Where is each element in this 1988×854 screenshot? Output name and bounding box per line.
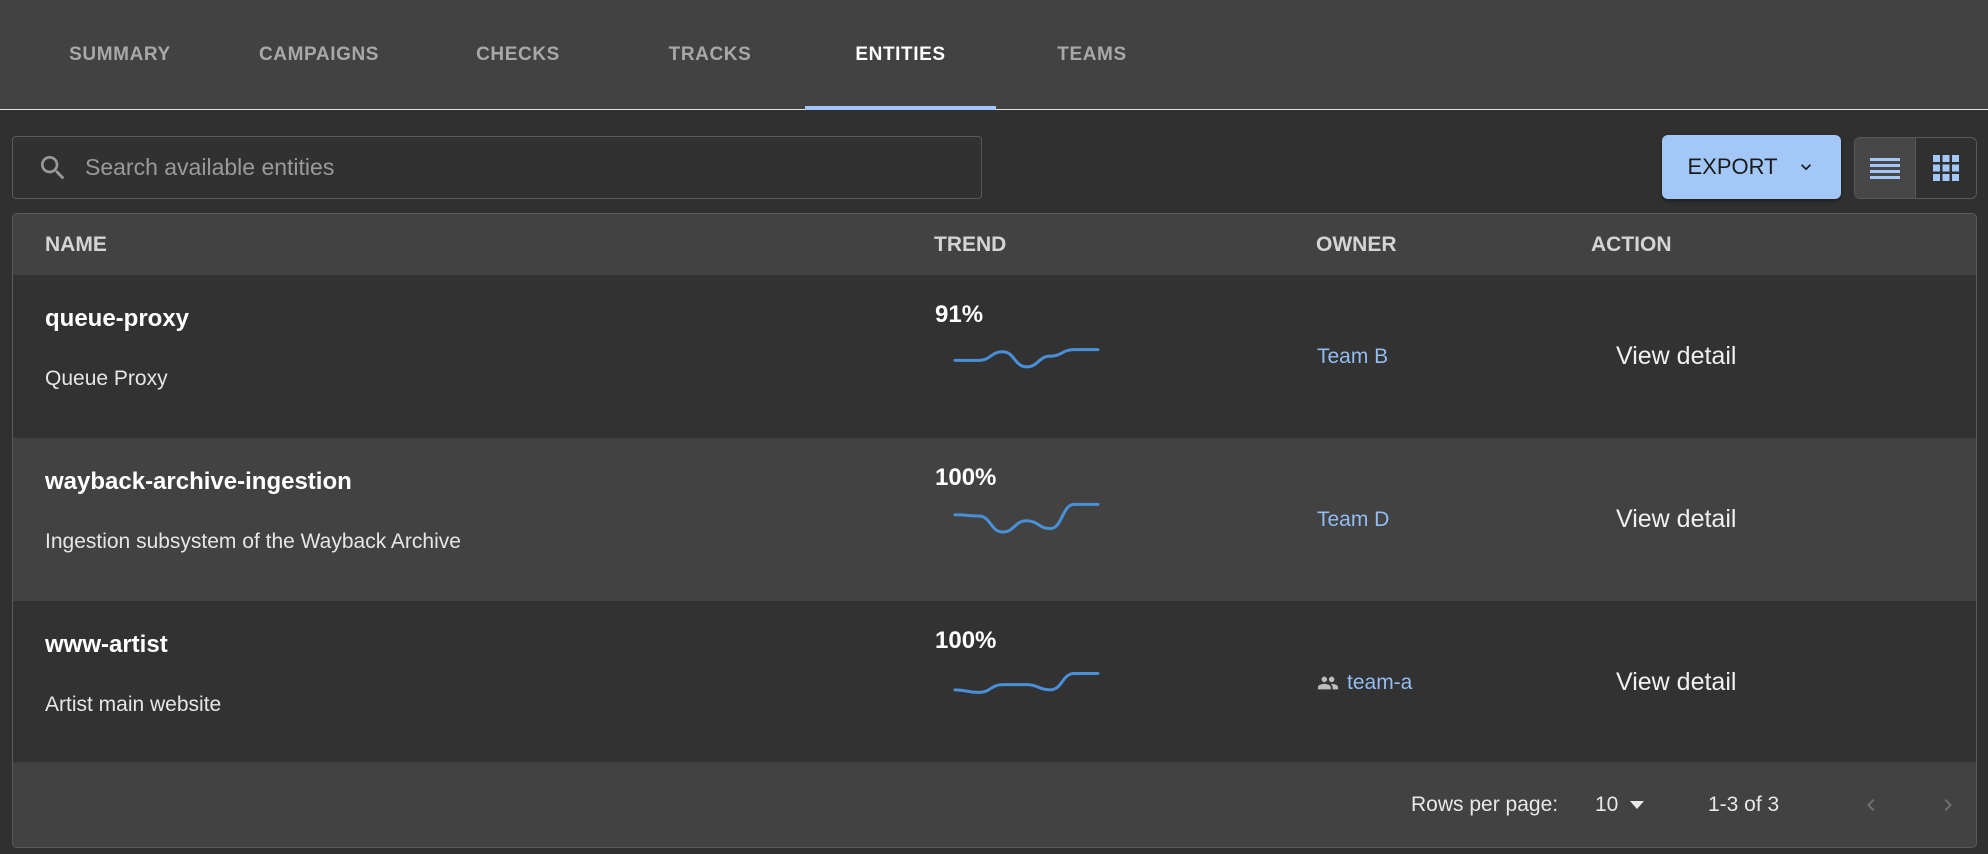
search-icon (41, 155, 65, 179)
export-label: EXPORT (1687, 154, 1778, 179)
trend-percent: 100% (935, 627, 997, 654)
table-pagination: Rows per page: 10 1-3 of 3 (13, 762, 1976, 847)
export-button[interactable]: EXPORT (1662, 135, 1841, 199)
owner-link[interactable]: team-a (1317, 601, 1412, 764)
rows-per-page-value: 10 (1595, 792, 1619, 816)
view-detail-button[interactable]: View detail (1616, 438, 1736, 601)
sparkline-path (953, 348, 1100, 369)
tab-tracks[interactable]: TRACKS (630, 0, 790, 109)
trend-percent: 100% (935, 464, 997, 491)
owner-link[interactable]: Team B (1317, 275, 1388, 438)
table-row[interactable]: www-artist Artist main website 100% team… (13, 601, 1976, 764)
rows-per-page-label: Rows per page: (1411, 792, 1559, 816)
group-icon (1317, 676, 1339, 689)
chevron-right-icon (1944, 798, 1952, 811)
table-row[interactable]: queue-proxy Queue Proxy 91% Team B View … (13, 275, 1976, 438)
list-icon (1869, 158, 1900, 179)
caret-down-icon (1630, 800, 1645, 809)
chevron-down-icon (1800, 164, 1811, 171)
rows-per-page-select[interactable]: 10 (1595, 762, 1645, 847)
list-view-button[interactable] (1855, 138, 1916, 198)
entity-name[interactable]: wayback-archive-ingestion (45, 468, 352, 496)
tab-entities[interactable]: ENTITIES (805, 0, 996, 110)
sparkline-path (953, 502, 1100, 534)
chevron-left-icon (1867, 798, 1875, 811)
search-box[interactable] (12, 136, 982, 199)
tab-bar: SUMMARY CAMPAIGNS CHECKS TRACKS ENTITIES… (0, 0, 1988, 110)
tab-campaigns[interactable]: CAMPAIGNS (228, 0, 410, 109)
tab-checks[interactable]: CHECKS (438, 0, 598, 109)
entity-name[interactable]: www-artist (45, 631, 168, 659)
column-header-trend[interactable]: TREND (934, 214, 1006, 275)
search-input[interactable] (85, 154, 945, 181)
column-header-name[interactable]: NAME (45, 214, 107, 275)
entity-description: Queue Proxy (45, 367, 168, 390)
trend-sparkline (953, 348, 1100, 369)
tab-summary[interactable]: SUMMARY (40, 0, 200, 109)
column-header-action[interactable]: ACTION (1591, 214, 1672, 275)
owner-name: team-a (1347, 670, 1413, 694)
next-page-button[interactable] (1928, 762, 1968, 847)
table-row[interactable]: wayback-archive-ingestion Ingestion subs… (13, 438, 1976, 601)
trend-percent: 91% (935, 301, 984, 328)
owner-name: Team B (1317, 344, 1389, 368)
previous-page-button[interactable] (1851, 762, 1891, 847)
pagination-range: 1-3 of 3 (1708, 792, 1780, 816)
entities-table: NAME TREND OWNER ACTION queue-proxy Queu… (12, 213, 1977, 848)
entity-description: Artist main website (45, 693, 222, 716)
trend-sparkline (953, 502, 1100, 534)
view-detail-button[interactable]: View detail (1616, 601, 1736, 764)
entity-name[interactable]: queue-proxy (45, 305, 189, 333)
grid-icon (1932, 155, 1959, 181)
owner-link[interactable]: Team D (1317, 438, 1389, 601)
tab-teams[interactable]: TEAMS (1012, 0, 1172, 109)
trend-sparkline (953, 671, 1100, 694)
view-mode-toggle (1854, 137, 1977, 199)
sparkline-path (953, 671, 1100, 694)
table-header: NAME TREND OWNER ACTION (13, 214, 1976, 275)
entity-description: Ingestion subsystem of the Wayback Archi… (45, 530, 461, 553)
owner-name: Team D (1317, 507, 1390, 531)
view-detail-button[interactable]: View detail (1616, 275, 1736, 438)
column-header-owner[interactable]: OWNER (1316, 214, 1397, 275)
grid-view-button[interactable] (1916, 138, 1977, 198)
